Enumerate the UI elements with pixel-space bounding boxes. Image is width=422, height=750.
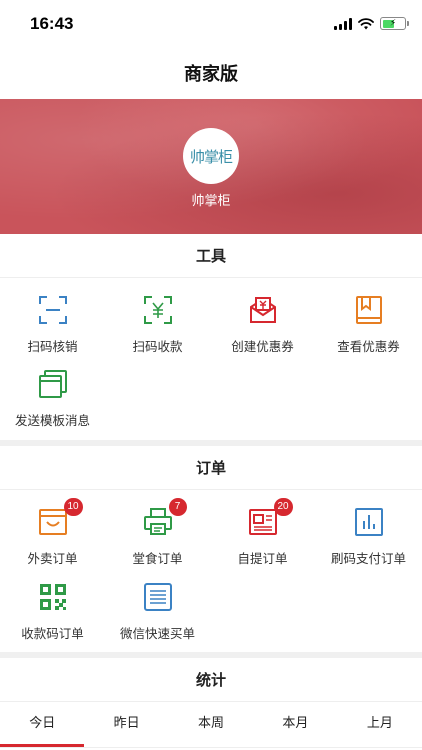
dine-in-orders-button[interactable]: 7 堂食订单	[105, 498, 210, 567]
tab-this-month[interactable]: 本月	[253, 702, 337, 747]
dine-in-orders-badge: 7	[168, 498, 187, 516]
coupon-envelope-icon	[248, 295, 278, 325]
view-coupon-label: 查看优惠券	[337, 339, 400, 354]
shop-name: 帅掌柜	[191, 194, 231, 209]
tab-yesterday[interactable]: 昨日	[84, 702, 168, 747]
scan-verify-icon	[38, 295, 68, 325]
pickup-orders-label: 自提订单	[237, 551, 288, 566]
takeaway-orders-label: 外卖订单	[27, 551, 78, 566]
scan-pay-orders-label: 刷码支付订单	[330, 551, 406, 566]
pickup-orders-badge: 20	[273, 498, 293, 516]
create-coupon-label: 创建优惠券	[231, 339, 294, 354]
signal-icon	[334, 17, 352, 30]
tab-today[interactable]: 今日	[0, 702, 85, 747]
qrcode-orders-button[interactable]: 收款码订单	[0, 582, 105, 642]
scan-verify-button[interactable]: 扫码核销	[0, 295, 105, 355]
wechat-quick-pay-button[interactable]: 微信快速买单	[105, 582, 210, 642]
scan-verify-label: 扫码核销	[27, 339, 78, 354]
printer-icon: 7	[143, 498, 187, 537]
bar-chart-icon	[354, 507, 384, 537]
tab-last-month[interactable]: 上月	[338, 702, 422, 747]
shop-logo[interactable]: 帅掌柜	[183, 128, 239, 184]
wechat-quick-pay-label: 微信快速买单	[119, 626, 195, 641]
newspaper-icon: 20	[248, 498, 293, 537]
scan-pay-button[interactable]: 扫码收款	[105, 295, 210, 355]
orders-section-title: 订单	[0, 446, 422, 490]
tools-section-title: 工具	[0, 234, 422, 278]
qrcode-orders-label: 收款码订单	[21, 626, 84, 641]
page-title: 商家版	[184, 64, 238, 85]
takeaway-bag-icon: 10	[38, 498, 83, 537]
status-icons: ⚡	[334, 17, 409, 30]
status-bar: 16:43 ⚡	[0, 0, 422, 50]
stats-period-tabs: 今日 昨日 本周 本月 上月	[0, 702, 422, 748]
qrcode-icon	[38, 582, 68, 612]
scan-pay-orders-button[interactable]: 刷码支付订单	[316, 507, 421, 567]
pickup-orders-button[interactable]: 20 自提订单	[210, 498, 315, 567]
status-time: 16:43	[30, 14, 74, 33]
list-icon	[143, 582, 173, 612]
view-coupon-button[interactable]: 查看优惠券	[316, 295, 421, 355]
scan-pay-icon	[143, 295, 173, 325]
battery-icon: ⚡	[380, 17, 409, 30]
takeaway-orders-badge: 10	[63, 498, 83, 516]
stats-section-title: 统计	[0, 658, 422, 702]
wifi-icon	[358, 17, 374, 29]
scan-pay-label: 扫码收款	[132, 339, 183, 354]
dine-in-orders-label: 堂食订单	[132, 551, 183, 566]
send-template-message-button[interactable]: 发送模板消息	[0, 369, 105, 429]
takeaway-orders-button[interactable]: 10 外卖订单	[0, 498, 105, 567]
send-template-message-label: 发送模板消息	[14, 413, 90, 428]
shop-logo-text: 帅掌柜	[189, 147, 233, 166]
create-coupon-button[interactable]: 创建优惠券	[210, 295, 315, 355]
tab-this-week[interactable]: 本周	[169, 702, 253, 747]
template-message-icon	[38, 369, 68, 399]
coupon-book-icon	[354, 295, 384, 325]
